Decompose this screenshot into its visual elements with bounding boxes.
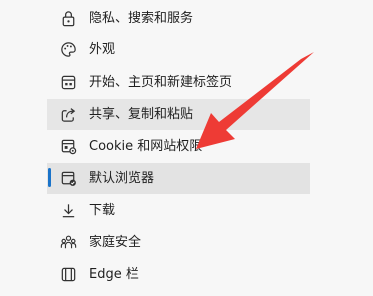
menu-item-label: Edge 栏	[89, 267, 139, 282]
menu-item-label: 共享、复制和粘贴	[89, 107, 194, 122]
site-permissions-icon	[59, 137, 78, 156]
menu-item-family-safety[interactable]: 家庭安全	[47, 227, 310, 258]
share-icon	[59, 105, 78, 124]
menu-item-label: 外观	[89, 42, 116, 57]
menu-item-share-copy-paste[interactable]: 共享、复制和粘贴	[47, 99, 310, 130]
edge-bar-icon	[59, 265, 78, 284]
menu-item-label: 下载	[89, 203, 116, 218]
selection-indicator	[48, 168, 51, 187]
settings-menu: 隐私、搜索和服务 外观 开始、主页和新建标签页 共享、复制和粘贴 Cookie …	[0, 0, 373, 296]
menu-item-appearance[interactable]: 外观	[47, 34, 310, 65]
download-icon	[59, 201, 78, 220]
menu-item-edge-bar[interactable]: Edge 栏	[47, 259, 310, 290]
menu-item-privacy[interactable]: 隐私、搜索和服务	[47, 3, 310, 34]
menu-item-cookie-permissions[interactable]: Cookie 和网站权限	[47, 131, 310, 162]
menu-item-label: 家庭安全	[89, 235, 142, 250]
home-tab-icon	[59, 73, 78, 92]
menu-item-default-browser[interactable]: 默认浏览器	[47, 163, 310, 194]
menu-item-label: 隐私、搜索和服务	[89, 11, 194, 26]
lock-icon	[59, 9, 78, 28]
menu-item-label: Cookie 和网站权限	[89, 139, 203, 154]
menu-item-label: 默认浏览器	[89, 171, 155, 186]
family-icon	[59, 233, 78, 252]
menu-item-label: 开始、主页和新建标签页	[89, 75, 233, 90]
menu-item-downloads[interactable]: 下载	[47, 195, 310, 226]
menu-item-start-home-newtab[interactable]: 开始、主页和新建标签页	[47, 67, 310, 98]
palette-icon	[59, 40, 78, 59]
default-browser-icon	[59, 169, 78, 188]
